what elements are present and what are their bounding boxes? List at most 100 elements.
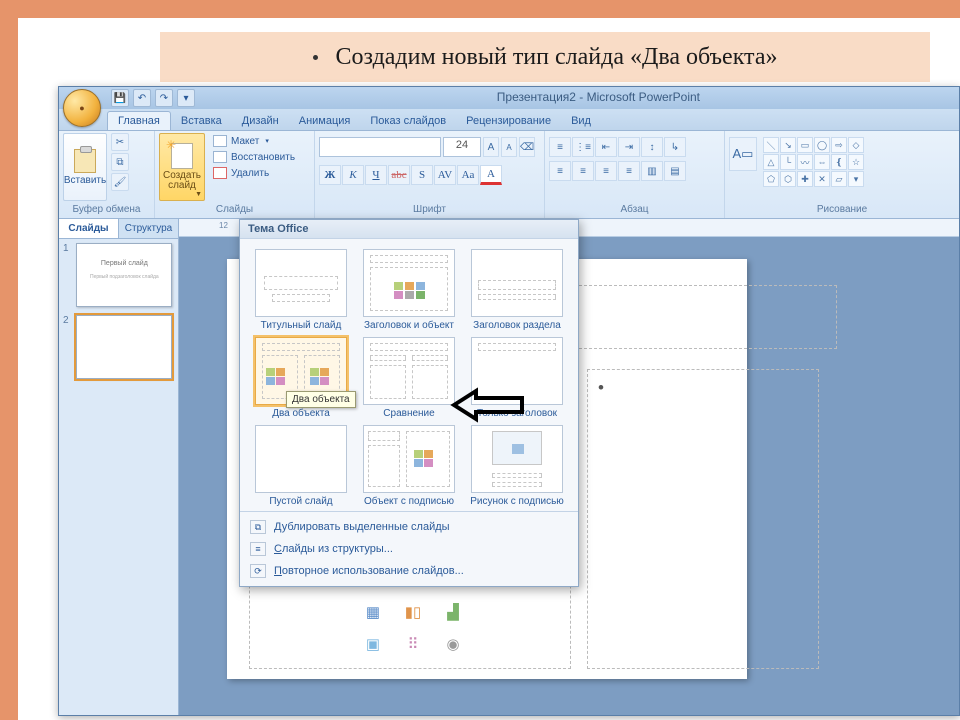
convert-smartart-button[interactable]: ▤ (664, 161, 686, 181)
paste-button[interactable]: Вставить (63, 133, 107, 201)
side-tab-outline[interactable]: Структура (119, 219, 178, 238)
clipart-icon[interactable]: ⠿ (398, 632, 428, 656)
shape-star-icon[interactable]: ☆ (848, 154, 864, 170)
annotation-text: Создадим новый тип слайда «Два объекта» (336, 44, 778, 71)
layout-section-header[interactable]: Заголовок раздела (466, 249, 568, 331)
slides-from-outline[interactable]: ≡Слайды из структуры... (240, 538, 578, 560)
titlebar: 💾 ↶ ↷ ▾ Презентация2 - Microsoft PowerPo… (59, 87, 959, 109)
shape-diamond-icon[interactable]: ◇ (848, 137, 864, 153)
numbering-button[interactable]: ⋮≡ (572, 137, 594, 157)
tab-design[interactable]: Дизайн (232, 112, 289, 130)
qat-redo-button[interactable]: ↷ (155, 89, 173, 107)
grow-font-button[interactable]: A (483, 137, 499, 157)
duplicate-icon: ⧉ (250, 520, 266, 534)
layout-two-content[interactable]: Два объекта Два объекта (250, 337, 352, 419)
font-color-button[interactable]: A (480, 165, 502, 185)
align-right-button[interactable]: ≡ (595, 161, 617, 181)
copy-button[interactable]: ⧉ (111, 153, 129, 171)
case-button[interactable]: Aa (457, 165, 479, 185)
shape-curve-icon[interactable]: 〰 (797, 154, 813, 170)
shape-brace-icon[interactable]: ❴ (831, 154, 847, 170)
underline-button[interactable]: Ч (365, 165, 387, 185)
shape-triangle-icon[interactable]: △ (763, 154, 779, 170)
reuse-icon: ⟳ (250, 564, 266, 578)
cut-button[interactable]: ✂ (111, 133, 129, 151)
tab-view[interactable]: Вид (561, 112, 601, 130)
shape-more-icon[interactable]: ▾ (848, 171, 864, 187)
shape-elbow-icon[interactable]: └ (780, 154, 796, 170)
align-center-button[interactable]: ≡ (572, 161, 594, 181)
layout-blank[interactable]: Пустой слайд (250, 425, 352, 507)
font-size-combo[interactable]: 24 (443, 137, 481, 157)
shape-arrowlr-icon[interactable]: ⇔ (814, 154, 830, 170)
content-right-placeholder[interactable]: • (587, 369, 819, 669)
delete-button[interactable]: Удалить (209, 165, 299, 181)
tab-home[interactable]: Главная (107, 111, 171, 130)
side-tab-slides[interactable]: Слайды (59, 219, 119, 238)
picture-icon[interactable]: ▣ (358, 632, 388, 656)
group-slides: Создать слайд ▼ Макет▾ Восстановить Удал… (155, 131, 315, 218)
layout-title-content[interactable]: Заголовок и объект (358, 249, 460, 331)
tab-review[interactable]: Рецензирование (456, 112, 561, 130)
office-button[interactable]: ● (63, 89, 101, 127)
shape-cross-icon[interactable]: ✕ (814, 171, 830, 187)
gallery-header: Тема Office (240, 220, 578, 239)
slide-thumb-1[interactable]: 1 Первый слайд Первый подзаголовок слайд… (63, 243, 174, 307)
qat-save-button[interactable]: 💾 (111, 89, 129, 107)
shape-callout-icon[interactable]: ▱ (831, 171, 847, 187)
align-left-button[interactable]: ≡ (549, 161, 571, 181)
shape-ellipse-icon[interactable]: ◯ (814, 137, 830, 153)
shrink-font-button[interactable]: A (501, 137, 517, 157)
reset-button[interactable]: Восстановить (209, 149, 299, 165)
shape-plus-icon[interactable]: ✚ (797, 171, 813, 187)
layout-content-caption[interactable]: Объект с подписью (358, 425, 460, 507)
group-para-label: Абзац (545, 204, 724, 218)
text-direction-button[interactable]: ↳ (664, 137, 686, 157)
layout-comparison[interactable]: Сравнение (358, 337, 460, 419)
shape-rect-icon[interactable]: ▭ (797, 137, 813, 153)
new-slide-icon (171, 143, 193, 169)
shadow-button[interactable]: S (411, 165, 433, 185)
layout-button[interactable]: Макет▾ (209, 133, 299, 149)
shape-hexagon-icon[interactable]: ⬡ (780, 171, 796, 187)
textbox-button[interactable]: A▭ (729, 137, 757, 171)
slide-thumb-2[interactable]: 2 (63, 315, 174, 379)
bullets-button[interactable]: ≡ (549, 137, 571, 157)
shapes-gallery[interactable]: ＼ ↘ ▭ ◯ ⇨ ◇ △ └ 〰 ⇔ ❴ ☆ ⬠ ⬡ ✚ ✕ ▱ (763, 137, 864, 187)
columns-button[interactable]: ▥ (641, 161, 663, 181)
indent-inc-button[interactable]: ⇥ (618, 137, 640, 157)
tab-slideshow[interactable]: Показ слайдов (360, 112, 456, 130)
layout-gallery: Тема Office Титульный слайд Заголовок и … (239, 219, 579, 587)
layout-picture-caption[interactable]: Рисунок с подписью (466, 425, 568, 507)
qat-undo-button[interactable]: ↶ (133, 89, 151, 107)
table-icon[interactable]: ▦ (358, 600, 388, 624)
chart-icon[interactable]: ▮▯ (398, 600, 428, 624)
new-slide-button[interactable]: Создать слайд ▼ (159, 133, 205, 201)
spacing-button[interactable]: AV (434, 165, 456, 185)
slides-panel: Слайды Структура 1 Первый слайд Первый п… (59, 219, 179, 715)
reuse-slides[interactable]: ⟳Повторное использование слайдов... (240, 560, 578, 582)
smartart-icon[interactable]: ▟ (438, 600, 468, 624)
shape-pentagon-icon[interactable]: ⬠ (763, 171, 779, 187)
strike-button[interactable]: abc (388, 165, 410, 185)
group-draw-label: Рисование (725, 204, 959, 218)
line-spacing-button[interactable]: ↕ (641, 137, 663, 157)
bold-button[interactable]: Ж (319, 165, 341, 185)
shape-arrowblock-icon[interactable]: ⇨ (831, 137, 847, 153)
shape-line-icon[interactable]: ＼ (763, 137, 779, 153)
layout-title-slide[interactable]: Титульный слайд (250, 249, 352, 331)
qat-more-button[interactable]: ▾ (177, 89, 195, 107)
shape-arrow-icon[interactable]: ↘ (780, 137, 796, 153)
group-drawing: A▭ ＼ ↘ ▭ ◯ ⇨ ◇ △ └ 〰 ⇔ ❴ ☆ ⬠ ⬡ ✚ (725, 131, 959, 218)
font-name-combo[interactable] (319, 137, 441, 157)
tab-animation[interactable]: Анимация (289, 112, 361, 130)
tab-insert[interactable]: Вставка (171, 112, 232, 130)
media-icon[interactable]: ◉ (438, 632, 468, 656)
align-justify-button[interactable]: ≡ (618, 161, 640, 181)
duplicate-slides[interactable]: ⧉Дублировать выделенные слайды (240, 516, 578, 538)
italic-button[interactable]: К (342, 165, 364, 185)
format-painter-button[interactable]: 🖌 (111, 173, 129, 191)
indent-dec-button[interactable]: ⇤ (595, 137, 617, 157)
ribbon: Вставить ✂ ⧉ 🖌 Буфер обмена Создать слай… (59, 131, 959, 219)
clear-format-button[interactable]: ⌫ (519, 137, 535, 157)
